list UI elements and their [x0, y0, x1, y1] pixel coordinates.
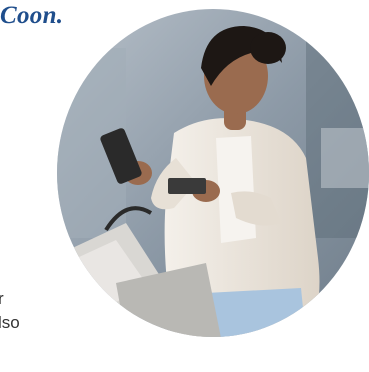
- heading-fragment: Coon.: [0, 2, 64, 29]
- page: Coon. r lso: [0, 0, 369, 372]
- body-text-fragment-2: lso: [0, 313, 20, 332]
- body-text-fragment-1: r: [0, 289, 4, 308]
- shopping-photo-circle: [56, 8, 369, 338]
